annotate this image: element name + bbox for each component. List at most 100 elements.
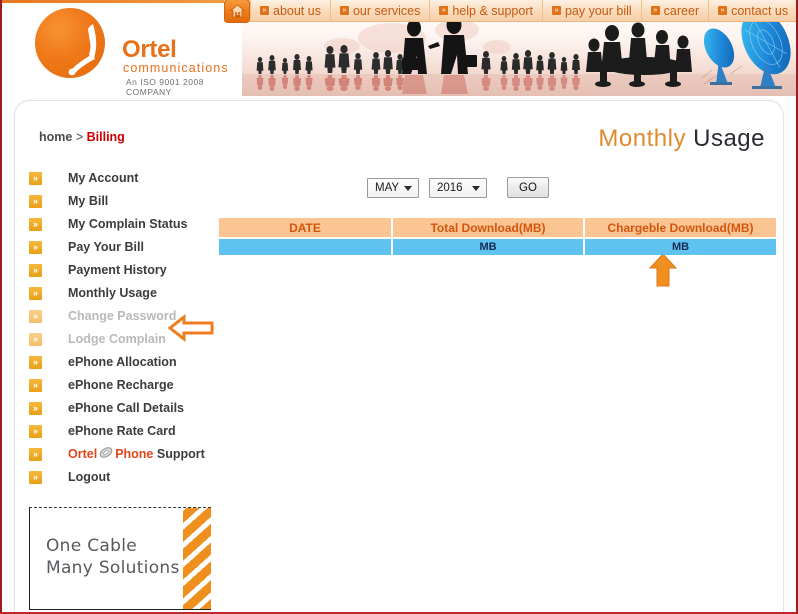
chevron-right-icon: » [29,310,42,323]
sidebar-item-label: ePhone Recharge [68,376,174,395]
table-row: MB MB [219,239,776,255]
phone-icon [99,446,113,465]
tagline-line1: One Cable [46,535,180,557]
top-navigation: » about us » our services » help & suppo… [224,0,797,22]
nav-label: help & support [452,4,533,18]
sidebar-item-ephone-allocation[interactable]: » ePhone Allocation [15,353,230,376]
sidebar-item-label: My Bill [68,192,108,211]
chevron-right-icon: » [29,287,42,300]
ortel-logo[interactable]: Ortel communications An ISO 9001 2008 CO… [30,4,240,92]
nav-arrow-icon: » [260,6,269,15]
chevron-right-icon: » [29,425,42,438]
sidebar-item-payment-history[interactable]: » Payment History [15,261,230,284]
nav-arrow-icon: » [340,6,349,15]
logo-subtitle: communications [123,61,229,75]
nav-item-pay-your-bill[interactable]: » pay your bill [542,0,641,21]
nav-item-contact-us[interactable]: » contact us [708,0,797,21]
tagline-text: One Cable Many Solutions [46,535,180,579]
nav-item-our-services[interactable]: » our services [330,0,429,21]
chevron-down-icon [472,186,480,191]
nav-arrow-icon: » [651,6,660,15]
sidebar-item-label: Change Password [68,307,176,326]
phone-word: Phone [115,447,153,461]
year-select-value: 2016 [437,182,463,194]
home-icon[interactable] [224,0,250,23]
sidebar-item-my-complain-status[interactable]: » My Complain Status [15,215,230,238]
month-select[interactable]: MAY [367,178,419,198]
sidebar-item-my-account[interactable]: » My Account [15,169,230,192]
nav-arrow-icon: » [439,6,448,15]
nav-label: contact us [731,4,788,18]
page-root: Ortel communications An ISO 9001 2008 CO… [0,0,798,614]
breadcrumb: home > Billing [39,130,125,144]
chevron-right-icon: » [29,356,42,369]
nav-arrow-icon: » [552,6,561,15]
month-select-value: MAY [375,182,399,194]
chevron-right-icon: » [29,379,42,392]
logo-name: Ortel [122,36,177,64]
sidebar-item-label: Ortel Phone Support [68,445,205,464]
cell-date [219,239,391,255]
chevron-down-icon [404,186,412,191]
sidebar-item-my-bill[interactable]: » My Bill [15,192,230,215]
page-title-part1: Monthly [598,125,686,152]
sidebar-item-ephone-recharge[interactable]: » ePhone Recharge [15,376,230,399]
chevron-right-icon: » [29,172,42,185]
usage-filter-controls: MAY 2016 GO [367,177,549,198]
page-title: Monthly Usage [598,125,765,153]
sidebar-item-label: My Account [68,169,138,188]
column-header-chargeble-download: Chargeble Download(MB) [585,218,776,237]
left-arrow-annotation-icon [168,314,214,342]
logo-swoosh-icon [63,20,115,76]
nav-label: about us [273,4,321,18]
sidebar-item-label: Logout [68,468,110,487]
cell-chargeble-download: MB [585,239,776,255]
ortel-word: Ortel [68,447,97,461]
sidebar-item-label: ePhone Rate Card [68,422,176,441]
sidebar-item-logout[interactable]: » Logout [15,468,230,491]
column-header-total-download: Total Download(MB) [393,218,583,237]
tagline-badge: One Cable Many Solutions [29,507,211,610]
breadcrumb-home[interactable]: home [39,130,72,144]
go-button[interactable]: GO [507,177,549,198]
sidebar-item-label: ePhone Allocation [68,353,177,372]
sidebar-item-ortel-phone-support[interactable]: » Ortel Phone Support [15,445,230,468]
chevron-right-icon: » [29,195,42,208]
sidebar-item-label: ePhone Call Details [68,399,184,418]
logo-iso-text: An ISO 9001 2008 COMPANY [126,77,240,97]
chevron-right-icon: » [29,264,42,277]
nav-item-career[interactable]: » career [641,0,708,21]
nav-label: our services [353,4,420,18]
nav-label: career [664,4,699,18]
up-arrow-annotation-icon [649,253,677,287]
cell-total-download: MB [393,239,583,255]
chevron-right-icon: » [29,402,42,415]
content-panel: home > Billing Monthly Usage » My Accoun… [14,100,784,612]
monthly-usage-table: DATE Total Download(MB) Chargeble Downlo… [217,216,778,257]
table-header-row: DATE Total Download(MB) Chargeble Downlo… [219,218,776,237]
chevron-right-icon: » [29,448,42,461]
tagline-stripes [183,508,211,610]
sidebar-item-label: My Complain Status [68,215,187,234]
support-word: Support [157,447,205,461]
nav-arrow-icon: » [718,6,727,15]
sidebar-item-label: Monthly Usage [68,284,157,303]
nav-label: pay your bill [565,4,632,18]
sidebar-item-ephone-rate-card[interactable]: » ePhone Rate Card [15,422,230,445]
chevron-right-icon: » [29,218,42,231]
nav-item-about-us[interactable]: » about us [250,0,330,21]
breadcrumb-separator: > [76,130,83,144]
chevron-right-icon: » [29,471,42,484]
sidebar-item-monthly-usage[interactable]: » Monthly Usage [15,284,230,307]
sidebar-item-ephone-call-details[interactable]: » ePhone Call Details [15,399,230,422]
sidebar-item-label: Payment History [68,261,167,280]
sidebar-item-pay-your-bill[interactable]: » Pay Your Bill [15,238,230,261]
year-select[interactable]: 2016 [429,178,487,198]
tagline-line2: Many Solutions [46,557,180,579]
nav-item-help-support[interactable]: » help & support [429,0,542,21]
chevron-right-icon: » [29,241,42,254]
chevron-right-icon: » [29,333,42,346]
sidebar-item-label: Pay Your Bill [68,238,144,257]
site-header: Ortel communications An ISO 9001 2008 CO… [2,0,796,96]
sidebar-item-label: Lodge Complain [68,330,166,349]
